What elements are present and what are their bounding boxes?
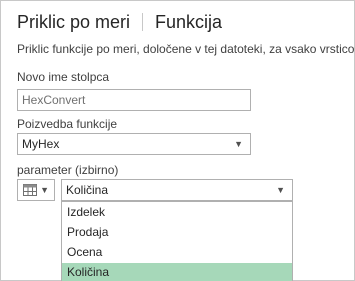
header-divider	[142, 13, 144, 31]
parameter-type-button[interactable]: ▼	[17, 179, 55, 201]
invoke-custom-function-dialog: Priklic po meri Funkcija Priklic funkcij…	[0, 0, 355, 281]
dialog-header: Priklic po meri Funkcija	[17, 9, 222, 35]
new-column-name-input[interactable]: HexConvert	[17, 89, 251, 111]
function-query-value: MyHex	[22, 137, 60, 151]
parameter-column-value: Količina	[66, 183, 109, 197]
function-query-dropdown[interactable]: MyHex ▼	[17, 133, 251, 155]
chevron-down-icon: ▼	[234, 139, 243, 149]
parameter-label: parameter (izbirno)	[17, 163, 119, 177]
new-column-name-label: Novo ime stolpca	[17, 70, 110, 84]
function-query-label: Poizvedba funkcije	[17, 117, 118, 131]
list-item-prodaja[interactable]: Prodaja	[62, 223, 292, 242]
list-item-izdelek[interactable]: Izdelek	[62, 203, 292, 222]
parameter-column-dropdown[interactable]: Količina ▼	[61, 179, 293, 201]
tab-custom-invoke[interactable]: Priklic po meri	[17, 12, 130, 33]
dialog-description: Priklic funkcije po meri, določene v tej…	[17, 42, 355, 56]
tab-function[interactable]: Funkcija	[155, 12, 222, 33]
chevron-down-icon: ▼	[40, 185, 49, 195]
table-icon	[23, 184, 37, 196]
parameter-options-list: Izdelek Prodaja Ocena Količina	[61, 201, 293, 281]
chevron-down-icon: ▼	[276, 185, 285, 195]
list-item-ocena[interactable]: Ocena	[62, 243, 292, 262]
list-item-kolicina[interactable]: Količina	[62, 263, 292, 281]
